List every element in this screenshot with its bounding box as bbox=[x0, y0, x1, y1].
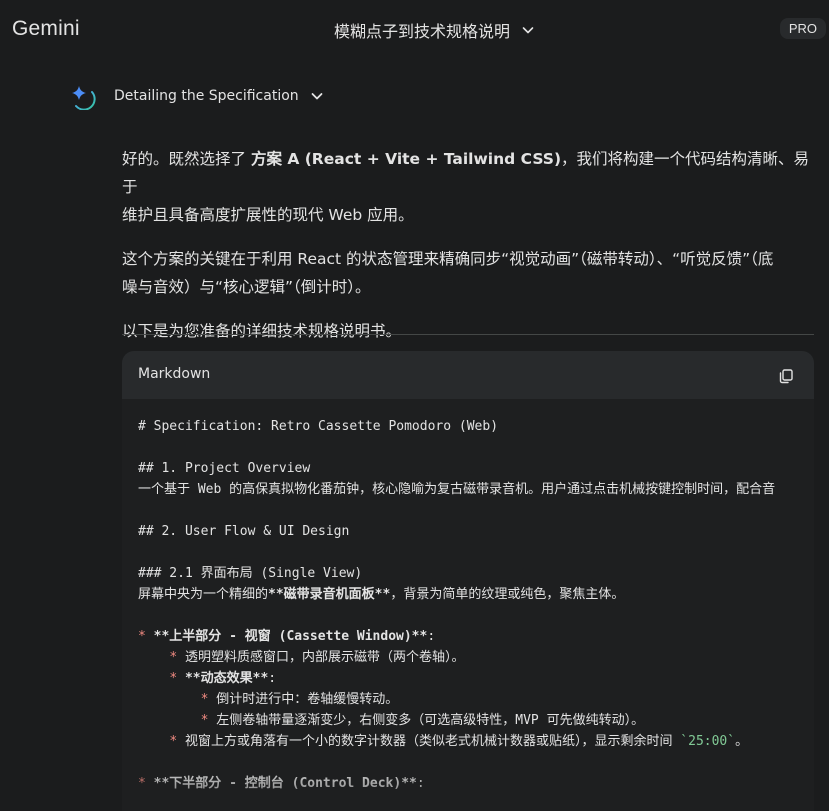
response-bold-text: 方案 A (React + Vite + Tailwind CSS) bbox=[250, 150, 562, 168]
code-line: 屏幕中央为一个精细的**磁带录音机面板**，背景为简单的纹理或纯色，聚焦主体。 bbox=[138, 585, 624, 605]
code-line: # Specification: Retro Cassette Pomodoro… bbox=[138, 417, 498, 437]
bullet-marker: * bbox=[169, 650, 178, 665]
code-text: : bbox=[416, 776, 425, 791]
chevron-down-icon bbox=[311, 93, 323, 100]
code-content: # Specification: Retro Cassette Pomodoro… bbox=[138, 417, 814, 791]
code-text: 左侧卷轴带量逐渐变少，右侧变多（可选高级特性，MVP 可先做纯转动）。 bbox=[216, 713, 645, 728]
response-paragraph: 这个方案的关键在于利用 React 的状态管理来精确同步“视觉动画”（磁带转动）… bbox=[122, 245, 814, 301]
code-line: * 视窗上方或角落有一个小的数字计数器（类似老式机械计数器或贴纸），显示剩余时间… bbox=[138, 732, 748, 752]
code-line: * 倒计时进行中：卷轴缓慢转动。 bbox=[138, 690, 399, 710]
code-text: 。 bbox=[735, 734, 749, 749]
code-line: * 左侧卷轴带量逐渐变少，右侧变多（可选高级特性，MVP 可先做纯转动）。 bbox=[138, 711, 644, 731]
copy-icon[interactable] bbox=[778, 368, 794, 384]
code-line: ## 1. Project Overview bbox=[138, 459, 310, 479]
code-language-label: Markdown bbox=[138, 366, 211, 382]
response-text: 噪与音效）与“核心逻辑”（倒计时）。 bbox=[122, 278, 371, 296]
code-text: : bbox=[427, 629, 436, 644]
code-bold-text: **下半部分 - 控制台 (Control Deck)** bbox=[153, 776, 417, 791]
chevron-down-icon bbox=[522, 27, 534, 34]
response-paragraph: 好的。既然选择了 方案 A (React + Vite + Tailwind C… bbox=[122, 145, 814, 229]
code-line: ### 2.1 界面布局 (Single View) bbox=[138, 564, 362, 584]
top-bar: Gemini 模糊点子到技术规格说明 PRO bbox=[0, 0, 829, 60]
bullet-marker: * bbox=[200, 713, 209, 728]
response-paragraph: 以下是为您准备的详细技术规格说明书。 bbox=[122, 322, 402, 340]
pro-badge[interactable]: PRO bbox=[779, 18, 826, 39]
code-block-header: Markdown bbox=[122, 351, 814, 399]
code-text: 屏幕中央为一个精细的 bbox=[138, 587, 269, 602]
code-bold-text: **动态效果** bbox=[184, 671, 269, 686]
bullet-marker: * bbox=[138, 776, 146, 791]
conversation-title-dropdown[interactable]: 模糊点子到技术规格说明 bbox=[334, 18, 536, 42]
bullet-marker: * bbox=[138, 629, 146, 644]
code-text: 视窗上方或角落有一个小的数字计数器（类似老式机械计数器或贴纸），显示剩余时间 bbox=[184, 734, 681, 749]
response-content: 好的。既然选择了 方案 A (React + Vite + Tailwind C… bbox=[122, 145, 814, 361]
divider bbox=[122, 334, 814, 335]
code-text: 一个基于 Web 的高保真拟物化番茄钟，核心隐喻为复古磁带录音机。用户通过点击机… bbox=[138, 482, 776, 497]
app-brand[interactable]: Gemini bbox=[12, 17, 80, 41]
response-text: 这个方案的关键在于利用 React 的状态管理来精确同步“视觉动画”（磁带转动）… bbox=[122, 250, 774, 268]
code-text: # Specification: Retro Cassette Pomodoro… bbox=[138, 419, 499, 434]
code-line: * **下半部分 - 控制台 (Control Deck)**: bbox=[138, 774, 425, 794]
code-text: 透明塑料质感窗口，内部展示磁带（两个卷轴）。 bbox=[184, 650, 465, 665]
code-line: ## 2. User Flow & UI Design bbox=[138, 522, 349, 542]
code-line: * **上半部分 - 视窗 (Cassette Window)**: bbox=[138, 627, 435, 647]
code-line: 一个基于 Web 的高保真拟物化番茄钟，核心隐喻为复古磁带录音机。用户通过点击机… bbox=[138, 480, 775, 500]
response-text: 维护且具备高度扩展性的现代 Web 应用。 bbox=[122, 206, 414, 224]
code-bold-text: **上半部分 - 视窗 (Cassette Window)** bbox=[153, 629, 428, 644]
code-text: ，背景为简单的纹理或纯色，聚焦主体。 bbox=[390, 587, 625, 602]
code-text: : bbox=[268, 671, 277, 686]
inline-code: `25:00` bbox=[680, 734, 736, 749]
code-text: ### 2.1 界面布局 (Single View) bbox=[138, 566, 363, 581]
bullet-marker: * bbox=[169, 671, 178, 686]
conversation-title: 模糊点子到技术规格说明 bbox=[334, 22, 511, 41]
bullet-marker: * bbox=[169, 734, 178, 749]
code-text: 倒计时进行中：卷轴缓慢转动。 bbox=[216, 692, 399, 707]
code-text: ## 1. Project Overview bbox=[138, 461, 311, 476]
thinking-label: Detailing the Specification bbox=[114, 88, 299, 104]
thinking-toggle[interactable]: Detailing the Specification bbox=[68, 82, 325, 110]
bullet-marker: * bbox=[200, 692, 209, 707]
response-text: 好的。既然选择了 bbox=[122, 150, 251, 168]
code-line: * **动态效果**: bbox=[138, 669, 276, 689]
code-line: * 透明塑料质感窗口，内部展示磁带（两个卷轴）。 bbox=[138, 648, 464, 668]
code-bold-text: **磁带录音机面板** bbox=[268, 587, 391, 602]
gemini-spark-icon bbox=[72, 86, 96, 110]
code-text: ## 2. User Flow & UI Design bbox=[138, 524, 350, 539]
code-block: Markdown # Specification: Retro Cassette… bbox=[122, 351, 814, 811]
